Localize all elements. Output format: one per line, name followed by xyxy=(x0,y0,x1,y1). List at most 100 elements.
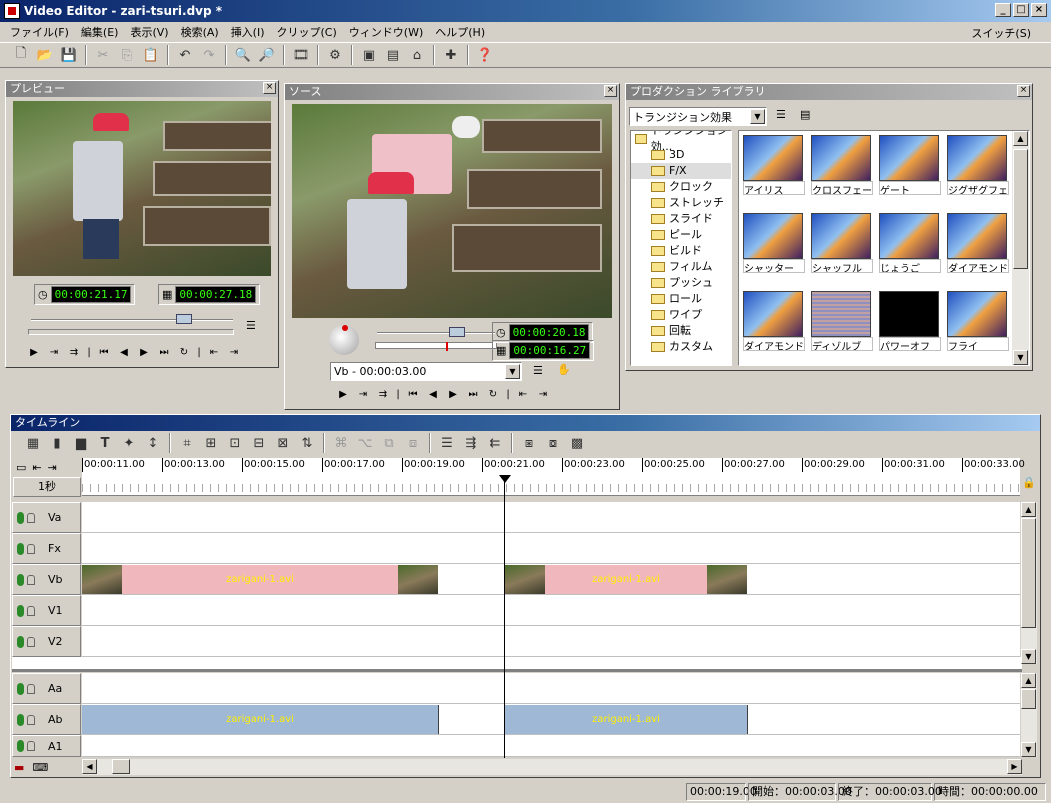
undo-icon[interactable]: ↶ xyxy=(174,44,196,66)
scroll-up-icon[interactable]: ▲ xyxy=(1021,502,1036,517)
scroll-down-icon[interactable]: ▼ xyxy=(1021,742,1036,757)
menu-switch[interactable]: スイッチ(S) xyxy=(967,25,1039,41)
settings-icon[interactable]: ✚ xyxy=(440,44,462,66)
zoom-in-icon[interactable]: ⇥ xyxy=(48,461,57,474)
play-to-end-icon[interactable]: ⇉ xyxy=(66,347,82,358)
track-header-va[interactable]: Va xyxy=(12,502,81,533)
track-vb[interactable]: zarigani-1.avi zarigani-1.avi xyxy=(82,564,1020,595)
menu-help[interactable]: ヘルプ(H) xyxy=(431,24,493,40)
scroll-thumb[interactable] xyxy=(1021,689,1036,709)
video-clip[interactable]: zarigani-1.avi xyxy=(82,565,438,594)
tree-item[interactable]: フィルム xyxy=(631,259,731,275)
menu-insert[interactable]: 挿入(I) xyxy=(227,24,273,40)
tree-item[interactable]: 回転 xyxy=(631,323,731,339)
audio-meter-icon[interactable]: ▬ xyxy=(14,761,24,774)
storyboard-icon[interactable]: ▦ xyxy=(22,432,44,454)
help-icon[interactable]: ❓ xyxy=(474,44,496,66)
next-edit-icon[interactable]: ⇥ xyxy=(535,389,551,400)
outdent-icon[interactable]: ⇇ xyxy=(484,432,506,454)
tree-item[interactable]: スライド xyxy=(631,211,731,227)
detail-view-icon[interactable]: ▤ xyxy=(800,108,810,121)
dropdown-arrow-icon[interactable]: ▼ xyxy=(505,364,520,379)
scroll-up-icon[interactable]: ▲ xyxy=(1021,673,1036,688)
redo-icon[interactable]: ↷ xyxy=(198,44,220,66)
menu-edit[interactable]: 編集(E) xyxy=(77,24,127,40)
menu-file[interactable]: ファイル(F) xyxy=(6,24,77,40)
group-icon[interactable]: ⌘ xyxy=(330,432,352,454)
text-icon[interactable]: T xyxy=(94,432,116,454)
ungroup-icon[interactable]: ⌥ xyxy=(354,432,376,454)
transition-item[interactable]: フライ xyxy=(947,291,1009,351)
track-va[interactable] xyxy=(82,502,1020,533)
scroll-left-icon[interactable]: ◀ xyxy=(82,759,97,774)
track-v2[interactable] xyxy=(82,626,1020,657)
track-header-aa[interactable]: Aa xyxy=(12,673,81,704)
source-clip-select[interactable]: Vb - 00:00:03.00 ▼ xyxy=(330,362,522,381)
transition-item[interactable]: ダイアモンドA xyxy=(947,213,1009,273)
time-scale[interactable]: 1秒 xyxy=(13,477,81,497)
next-edit-icon[interactable]: ⇥ xyxy=(226,347,242,358)
ripple-mode-icon[interactable]: ⧇ xyxy=(542,432,564,454)
tree-item[interactable]: ビルド xyxy=(631,243,731,259)
copy-icon[interactable]: ⎘ xyxy=(116,44,138,66)
rate-icon[interactable]: ⇅ xyxy=(296,432,318,454)
list-icon[interactable]: ☰ xyxy=(246,319,256,332)
properties-icon[interactable]: ⚙ xyxy=(324,44,346,66)
audio-clip[interactable]: zarigani-1.avi xyxy=(82,705,439,734)
play-icon[interactable]: ▶ xyxy=(335,389,351,400)
zoom-bar-icon[interactable]: ▭ xyxy=(16,461,26,474)
track-header-v1[interactable]: V1 xyxy=(12,595,81,626)
play-icon[interactable]: ▶ xyxy=(26,347,42,358)
track-header-vb[interactable]: Vb xyxy=(12,564,81,595)
scroll-thumb[interactable] xyxy=(112,759,130,774)
menu-window[interactable]: ウィンドウ(W) xyxy=(345,24,431,40)
scroll-thumb[interactable] xyxy=(1013,149,1028,269)
tree-item[interactable]: ワイプ xyxy=(631,307,731,323)
roll-icon[interactable]: ⊠ xyxy=(272,432,294,454)
find-next-icon[interactable]: 🔎 xyxy=(256,44,278,66)
go-end-icon[interactable]: ⏭ xyxy=(465,389,481,400)
go-end-icon[interactable]: ⏭ xyxy=(156,347,172,358)
clip-icon[interactable]: ▮ xyxy=(46,432,68,454)
list-view-icon[interactable]: ☰ xyxy=(776,108,786,121)
scroll-thumb[interactable] xyxy=(1021,518,1036,628)
effect-icon[interactable]: ✦ xyxy=(118,432,140,454)
loop-icon[interactable]: ↻ xyxy=(485,389,501,400)
tree-item[interactable]: クロック xyxy=(631,179,731,195)
dropdown-arrow-icon[interactable]: ▼ xyxy=(750,109,765,124)
color-icon[interactable]: ▆ xyxy=(70,432,92,454)
source-shuttle-slider[interactable] xyxy=(377,327,495,337)
menu-search[interactable]: 検索(A) xyxy=(177,24,227,40)
open-folder-icon[interactable]: 📂 xyxy=(34,44,56,66)
track-v1[interactable] xyxy=(82,595,1020,626)
marker-icon[interactable]: ↕ xyxy=(142,432,164,454)
track-ab[interactable]: zarigani-1.avi zarigani-1.avi xyxy=(82,704,1020,735)
preview-window-icon[interactable]: ▣ xyxy=(358,44,380,66)
scroll-down-icon[interactable]: ▼ xyxy=(1013,350,1028,365)
loop-icon[interactable]: ↻ xyxy=(176,347,192,358)
audio-clip[interactable]: zarigani-1.avi xyxy=(505,705,748,734)
track-header-ab[interactable]: Ab xyxy=(12,704,81,735)
library-window-icon[interactable]: ⌂ xyxy=(406,44,428,66)
paste-icon[interactable]: 📋 xyxy=(140,44,162,66)
track-a1[interactable] xyxy=(82,735,1020,757)
hand-icon[interactable]: ✋ xyxy=(557,363,571,376)
keyboard-icon[interactable]: ⌨ xyxy=(32,761,48,774)
playhead-line[interactable] xyxy=(504,476,505,758)
indent-icon[interactable]: ⇶ xyxy=(460,432,482,454)
scroll-up-icon[interactable]: ▲ xyxy=(1013,131,1028,146)
preview-close-button[interactable]: × xyxy=(263,82,276,94)
scroll-down-icon[interactable]: ▼ xyxy=(1021,649,1036,664)
find-icon[interactable]: 🔍 xyxy=(232,44,254,66)
play-to-end-icon[interactable]: ⇉ xyxy=(375,389,391,400)
source-inout-bar[interactable] xyxy=(375,342,497,351)
tree-item[interactable]: ロール xyxy=(631,291,731,307)
play-range-icon[interactable]: ⇥ xyxy=(46,347,62,358)
tree-item[interactable]: カスタム xyxy=(631,339,731,355)
tree-item[interactable]: ピール xyxy=(631,227,731,243)
list-icon[interactable]: ☰ xyxy=(533,364,543,377)
trim-icon[interactable]: ⊡ xyxy=(224,432,246,454)
step-forward-icon[interactable]: ▶ xyxy=(445,389,461,400)
timeline-ruler[interactable]: 00:00:11.00 00:00:13.00 00:00:15.00 00:0… xyxy=(82,458,1025,496)
transition-item[interactable]: シャッフル xyxy=(811,213,873,273)
